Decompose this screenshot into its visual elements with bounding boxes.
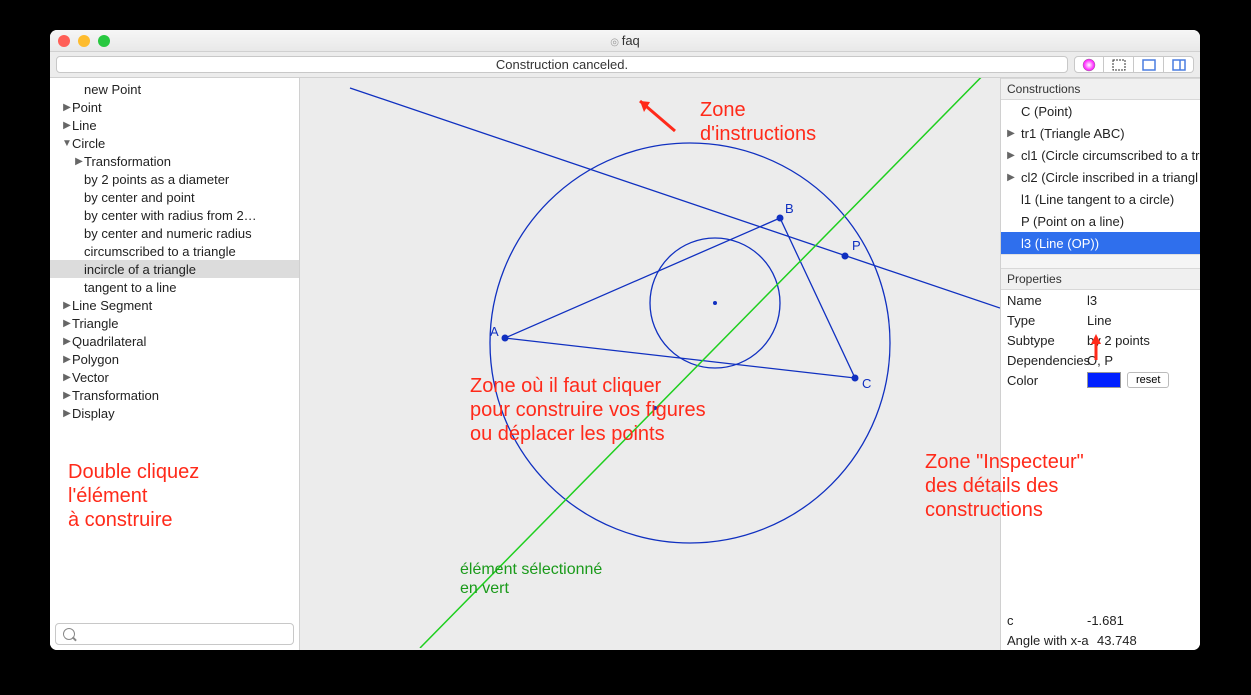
prop-name-label: Name: [1007, 293, 1087, 308]
construction-item[interactable]: ▶tr1 (Triangle ABC): [1001, 122, 1200, 144]
tree-item[interactable]: ▶Triangle: [50, 314, 299, 332]
figure-svg: A B C P: [300, 78, 1000, 648]
constructions-list[interactable]: C (Point)▶tr1 (Triangle ABC)▶cl1 (Circle…: [1001, 100, 1200, 254]
search-input[interactable]: [55, 623, 294, 645]
construction-item[interactable]: l1 (Line tangent to a circle): [1001, 188, 1200, 210]
tree-item[interactable]: ▶Point: [50, 98, 299, 116]
app-window: faq Construction canceled. new Point▶P: [50, 30, 1200, 650]
color-wheel-icon: [1081, 57, 1097, 73]
svg-text:C: C: [862, 376, 871, 391]
window-title: faq: [50, 33, 1200, 48]
tree-item[interactable]: ▶Line: [50, 116, 299, 134]
tree-item[interactable]: incircle of a triangle: [50, 260, 299, 278]
tree-item[interactable]: ▶Quadrilateral: [50, 332, 299, 350]
tree-item[interactable]: ▶Line Segment: [50, 296, 299, 314]
arrow-icon: [630, 96, 690, 136]
tree-item[interactable]: new Point: [50, 80, 299, 98]
constructions-header: Constructions: [1001, 78, 1200, 100]
tree-item[interactable]: ▶Transformation: [50, 152, 299, 170]
svg-text:P: P: [852, 238, 861, 253]
properties-extra: c-1.681 Angle with x-a43.748: [1001, 610, 1200, 650]
split-rect-icon: [1171, 57, 1187, 73]
rect-outline-icon: [1141, 57, 1157, 73]
svg-text:B: B: [785, 201, 794, 216]
svg-text:A: A: [490, 324, 499, 339]
message-bar: Construction canceled.: [56, 56, 1068, 73]
prop-c-label: c: [1007, 613, 1087, 628]
left-panel: new Point▶Point▶Line▼Circle▶Transformati…: [50, 78, 300, 650]
construction-tool-tree[interactable]: new Point▶Point▶Line▼Circle▶Transformati…: [50, 78, 299, 618]
view-mode-1-button[interactable]: [1134, 56, 1164, 73]
tree-item[interactable]: by center and numeric radius: [50, 224, 299, 242]
tree-item[interactable]: ▶Polygon: [50, 350, 299, 368]
main-area: new Point▶Point▶Line▼Circle▶Transformati…: [50, 78, 1200, 650]
prop-name-value: l3: [1087, 293, 1097, 308]
prop-type-value: Line: [1087, 313, 1112, 328]
search-box: [55, 623, 294, 645]
construction-item[interactable]: C (Point): [1001, 100, 1200, 122]
tree-item[interactable]: circumscribed to a triangle: [50, 242, 299, 260]
prop-angle-value: 43.748: [1097, 633, 1137, 648]
dashed-rect-icon: [1111, 57, 1127, 73]
list-scrollbar[interactable]: [1001, 254, 1200, 268]
tree-item[interactable]: by center and point: [50, 188, 299, 206]
view-mode-2-button[interactable]: [1164, 56, 1194, 73]
properties-header: Properties: [1001, 268, 1200, 290]
construction-item[interactable]: l3 (Line (OP)): [1001, 232, 1200, 254]
inspector-panel: Constructions C (Point)▶tr1 (Triangle AB…: [1000, 78, 1200, 650]
tree-item[interactable]: ▶Display: [50, 404, 299, 422]
tree-item[interactable]: by 2 points as a diameter: [50, 170, 299, 188]
tree-item[interactable]: tangent to a line: [50, 278, 299, 296]
construction-item[interactable]: ▶cl1 (Circle circumscribed to a tr: [1001, 144, 1200, 166]
construction-item[interactable]: P (Point on a line): [1001, 210, 1200, 232]
color-picker-button[interactable]: [1074, 56, 1104, 73]
tree-item[interactable]: ▶Vector: [50, 368, 299, 386]
prop-c-value: -1.681: [1087, 613, 1124, 628]
arrow-icon: [1086, 332, 1106, 362]
tree-item[interactable]: by center with radius from 2…: [50, 206, 299, 224]
prop-subtype-label: Subtype: [1007, 333, 1087, 348]
titlebar: faq: [50, 30, 1200, 52]
prop-type-label: Type: [1007, 313, 1087, 328]
construction-item[interactable]: ▶cl2 (Circle inscribed in a triangl: [1001, 166, 1200, 188]
tree-item[interactable]: ▼Circle: [50, 134, 299, 152]
tree-item[interactable]: ▶Transformation: [50, 386, 299, 404]
prop-angle-label: Angle with x-a: [1007, 633, 1097, 648]
toolbar: Construction canceled.: [50, 52, 1200, 78]
geometry-canvas[interactable]: A B C P: [300, 78, 1000, 650]
toolbar-buttons: [1074, 56, 1194, 73]
selection-tool-button[interactable]: [1104, 56, 1134, 73]
